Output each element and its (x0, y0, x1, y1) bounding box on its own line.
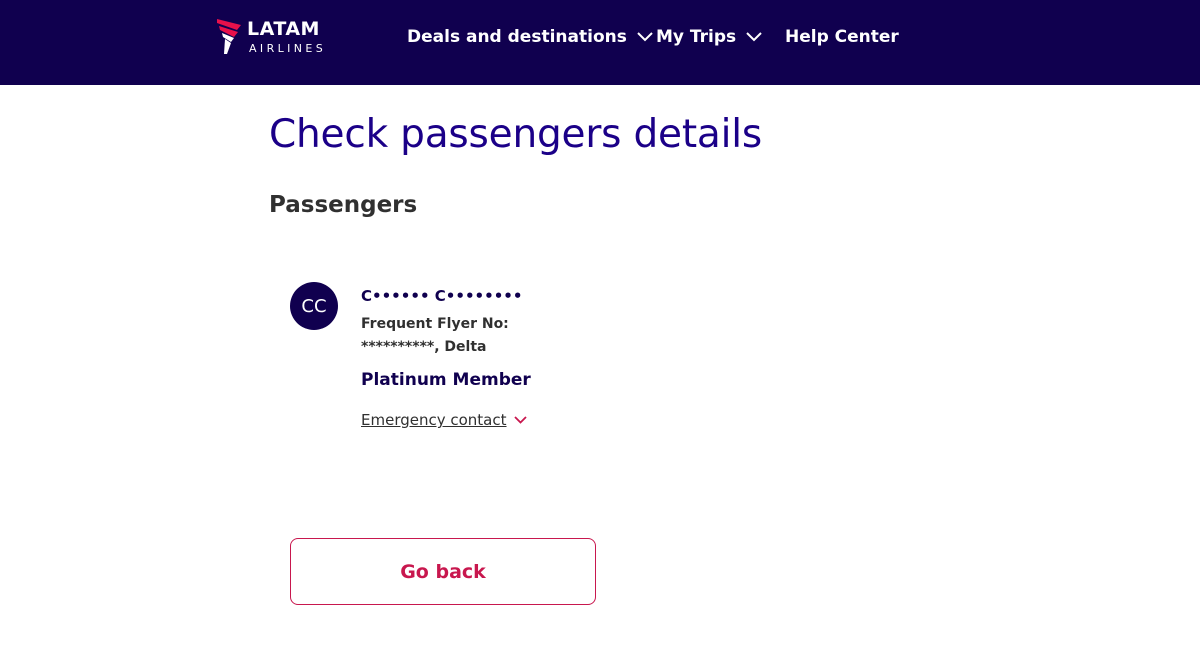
emergency-contact-label: Emergency contact (361, 411, 507, 429)
avatar-initials: CC (301, 295, 327, 317)
nav-my-trips[interactable]: My Trips (656, 27, 762, 47)
go-back-button[interactable]: Go back (290, 538, 596, 605)
chevron-down-icon (513, 416, 527, 424)
membership-tier: Platinum Member (361, 370, 531, 390)
frequent-flyer-label: Frequent Flyer No: (361, 316, 509, 332)
nav-deals-and-destinations[interactable]: Deals and destinations (407, 27, 653, 47)
nav-help-center[interactable]: Help Center (785, 27, 899, 47)
latam-logo-icon (217, 19, 241, 54)
nav-help-center-label: Help Center (785, 27, 899, 47)
logo-brand-text: LATAM (247, 18, 320, 40)
frequent-flyer-value: **********, Delta (361, 339, 487, 355)
top-navigation-bar: LATAM AIRLINES Deals and destinations My… (0, 0, 1200, 85)
page-title: Check passengers details (269, 112, 763, 157)
chevron-down-icon (637, 32, 653, 42)
nav-deals-label: Deals and destinations (407, 27, 627, 47)
emergency-contact-toggle[interactable]: Emergency contact (361, 411, 527, 429)
passenger-avatar: CC (290, 282, 338, 330)
chevron-down-icon (746, 32, 762, 42)
logo-sub-text: AIRLINES (249, 42, 327, 55)
section-title-passengers: Passengers (269, 192, 418, 218)
passenger-name: C•••••• C•••••••• (361, 287, 523, 305)
latam-logo[interactable]: LATAM AIRLINES (217, 17, 347, 59)
nav-my-trips-label: My Trips (656, 27, 737, 47)
